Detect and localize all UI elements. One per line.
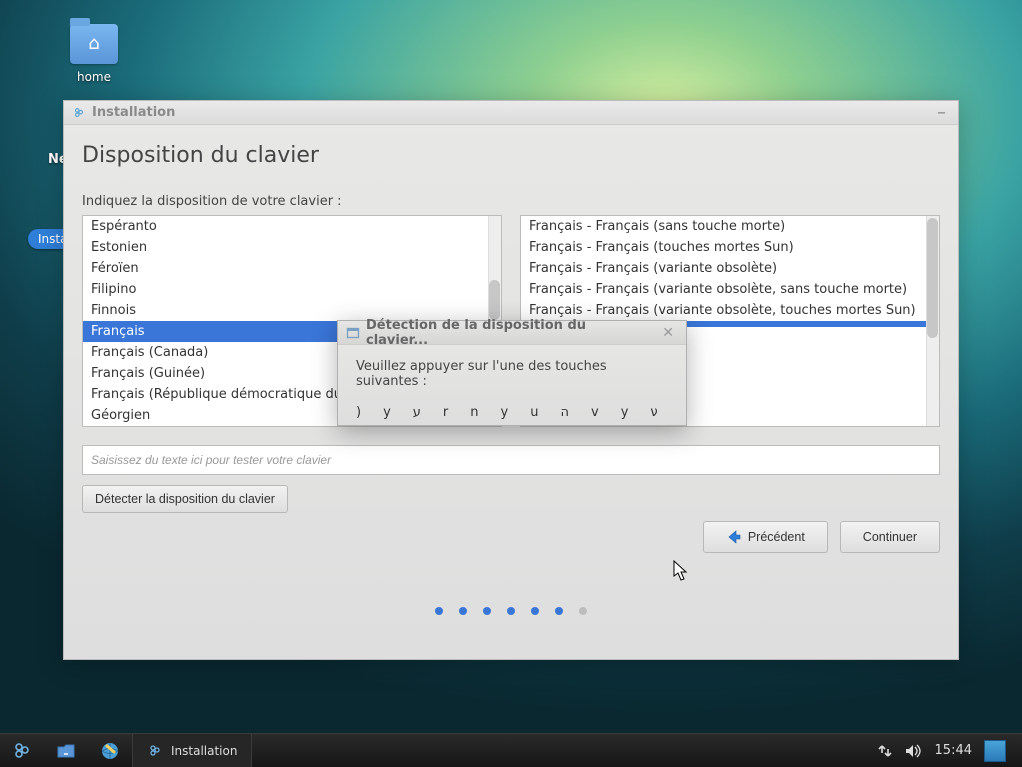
browser-launcher[interactable] bbox=[88, 734, 132, 767]
system-tray: 15:44 bbox=[867, 740, 1022, 762]
dialog-close-button[interactable]: ✕ bbox=[658, 325, 678, 341]
folder-home-icon: ⌂ bbox=[70, 24, 118, 64]
progress-dot bbox=[531, 607, 539, 615]
progress-dot bbox=[483, 607, 491, 615]
key-hint: u bbox=[530, 405, 538, 420]
window-icon bbox=[346, 326, 360, 340]
window-minimize-button[interactable]: – bbox=[933, 102, 950, 123]
desktop-home-label: home bbox=[62, 70, 126, 84]
key-hint: n bbox=[470, 405, 478, 420]
app-trisquel-icon bbox=[72, 106, 86, 120]
taskbar-item-installation[interactable]: Installation bbox=[132, 734, 252, 767]
keyboard-test-input[interactable] bbox=[82, 445, 940, 475]
show-desktop-button[interactable] bbox=[984, 740, 1006, 762]
list-item[interactable]: Espéranto bbox=[83, 216, 488, 237]
list-item[interactable]: Français - Français (touches mortes Sun) bbox=[521, 237, 926, 258]
scrollbar-thumb[interactable] bbox=[927, 218, 938, 338]
key-hint: v bbox=[591, 405, 599, 420]
detect-layout-dialog: Détection de la disposition du clavier..… bbox=[337, 320, 687, 426]
key-hint: y bbox=[501, 405, 509, 420]
list-item[interactable]: Estonien bbox=[83, 237, 488, 258]
list-item[interactable]: Féroïen bbox=[83, 258, 488, 279]
progress-dot bbox=[507, 607, 515, 615]
progress-dot bbox=[555, 607, 563, 615]
desktop-home-icon[interactable]: ⌂ home bbox=[62, 24, 126, 84]
start-menu-button[interactable] bbox=[0, 734, 44, 767]
key-hint: r bbox=[443, 405, 448, 420]
key-hint: ν bbox=[650, 405, 657, 420]
back-button[interactable]: Précédent bbox=[703, 521, 828, 553]
list-item[interactable]: Filipino bbox=[83, 279, 488, 300]
dialog-prompt: Veuillez appuyer sur l'une des touches s… bbox=[356, 359, 668, 389]
list-item[interactable]: Français - Français (variante obsolète) bbox=[521, 258, 926, 279]
list-item[interactable]: Français - Français (sans touche morte) bbox=[521, 216, 926, 237]
key-hint: ע bbox=[413, 405, 421, 420]
dialog-key-row: ) y ע r n y u ה v y ν bbox=[356, 405, 668, 420]
dialog-title: Détection de la disposition du clavier..… bbox=[366, 318, 646, 348]
cursor-icon bbox=[673, 560, 689, 582]
taskbar-clock[interactable]: 15:44 bbox=[935, 743, 972, 758]
key-hint: y bbox=[383, 405, 391, 420]
progress-dot bbox=[459, 607, 467, 615]
page-heading: Disposition du clavier bbox=[82, 143, 940, 168]
window-titlebar[interactable]: Installation – bbox=[64, 101, 958, 125]
key-hint: ) bbox=[356, 405, 361, 420]
taskbar-item-label: Installation bbox=[171, 744, 237, 758]
scrollbar-thumb[interactable] bbox=[489, 280, 500, 320]
network-icon[interactable] bbox=[877, 743, 893, 759]
progress-dot bbox=[579, 607, 587, 615]
key-hint: y bbox=[621, 405, 629, 420]
progress-dot bbox=[435, 607, 443, 615]
scrollbar[interactable] bbox=[926, 216, 939, 426]
progress-dots bbox=[64, 607, 958, 615]
window-title: Installation bbox=[92, 105, 175, 120]
dialog-titlebar[interactable]: Détection de la disposition du clavier..… bbox=[338, 321, 686, 345]
list-item[interactable]: Français - Français (variante obsolète, … bbox=[521, 279, 926, 300]
taskbar: Installation 15:44 bbox=[0, 733, 1022, 767]
arrow-left-icon bbox=[726, 529, 742, 545]
key-hint: ה bbox=[560, 405, 569, 420]
detect-layout-button[interactable]: Détecter la disposition du clavier bbox=[82, 485, 288, 513]
instruction-text: Indiquez la disposition de votre clavier… bbox=[82, 194, 940, 209]
continue-button[interactable]: Continuer bbox=[840, 521, 940, 553]
app-trisquel-icon bbox=[147, 743, 163, 759]
file-manager-launcher[interactable] bbox=[44, 734, 88, 767]
volume-icon[interactable] bbox=[905, 743, 923, 759]
